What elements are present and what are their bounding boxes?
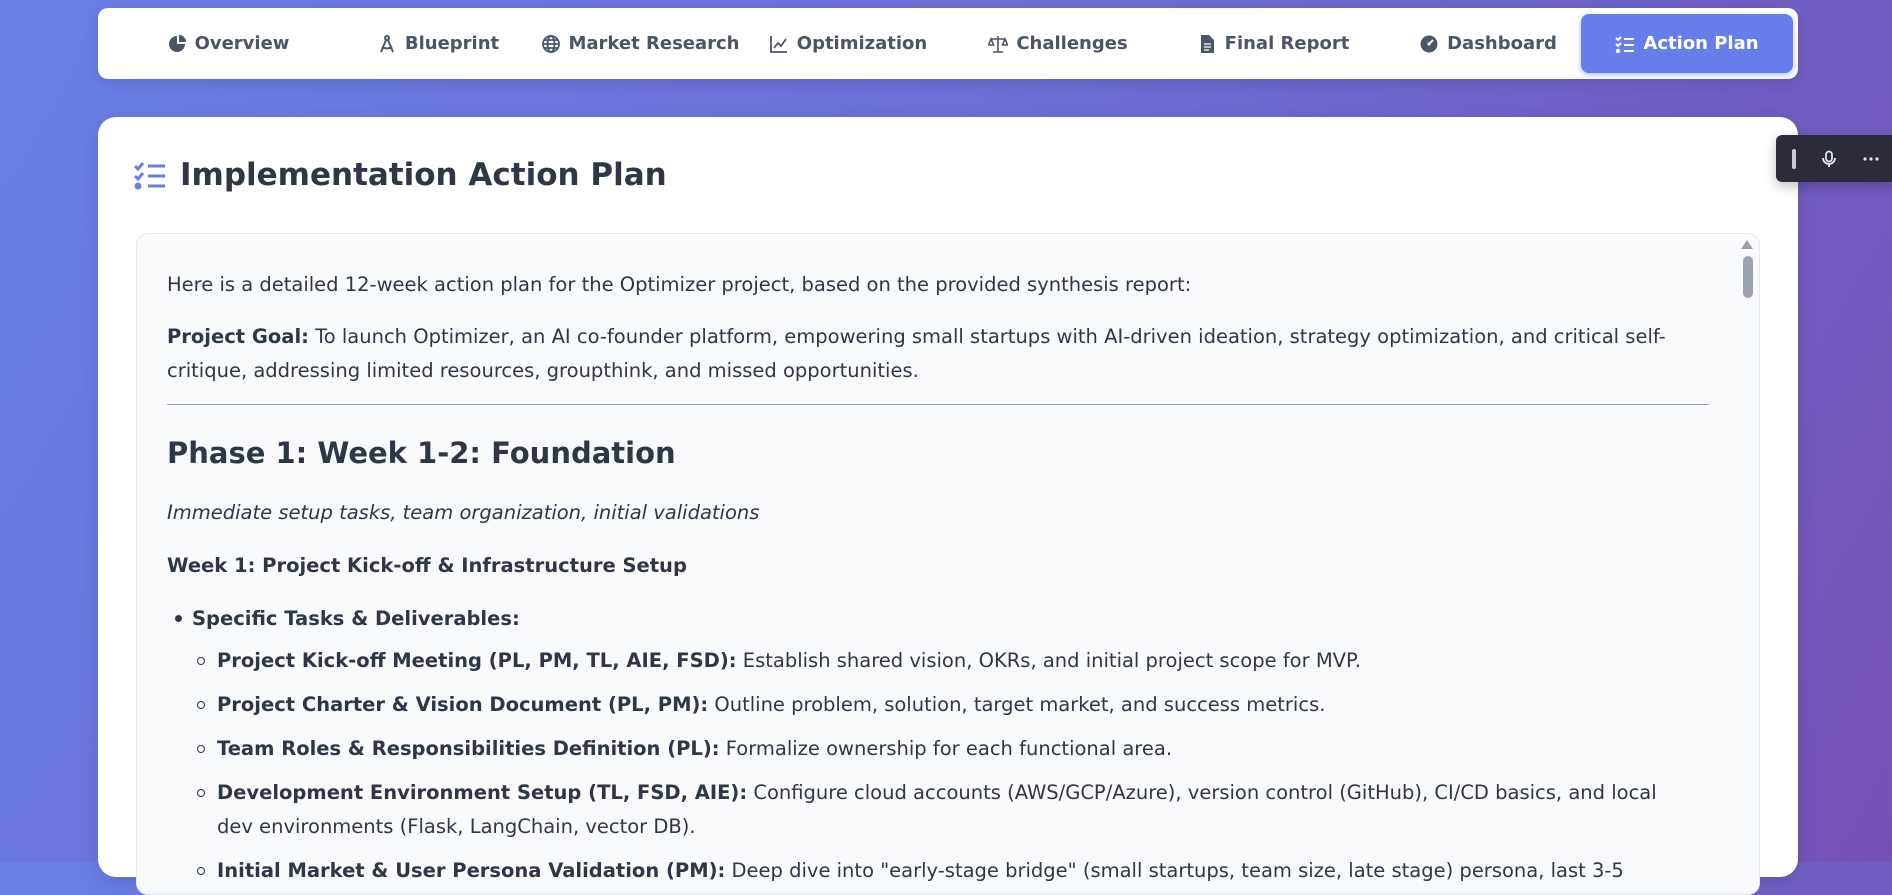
drafting-compass-icon [379, 34, 394, 52]
tab-blueprint[interactable]: Blueprint [348, 14, 528, 73]
report-content-panel[interactable]: Here is a detailed 12-week action plan f… [136, 233, 1760, 895]
task-item: Project Charter & Vision Document (PL, P… [197, 688, 1697, 722]
line-chart-icon [769, 35, 787, 53]
tab-optimization[interactable]: Optimization [758, 14, 938, 73]
intro-text: Here is a detailed 12-week action plan f… [167, 273, 1192, 296]
tab-label: Market Research [568, 33, 740, 54]
task-list-icon [134, 162, 165, 190]
tab-label: Overview [194, 33, 290, 54]
tab-market-research[interactable]: Market Research [530, 14, 750, 73]
drag-handle-icon[interactable] [1792, 148, 1796, 169]
project-goal-label: Project Goal: [167, 325, 309, 348]
gauge-icon [1420, 35, 1438, 52]
divider [167, 404, 1709, 405]
tab-challenges[interactable]: Challenges [968, 14, 1148, 73]
week-heading: Week 1: Project Kick-off & Infrastructur… [167, 554, 687, 577]
tab-label: Challenges [1016, 33, 1128, 54]
tab-label: Blueprint [404, 33, 500, 54]
pie-chart-icon [168, 34, 186, 52]
task-item: Development Environment Setup (TL, FSD, … [197, 776, 1697, 844]
tab-label: Final Report [1224, 33, 1350, 54]
phase-heading: Phase 1: Week 1-2: Foundation [167, 436, 676, 470]
balance-scale-icon [988, 35, 1009, 53]
page-title: Implementation Action Plan [134, 157, 667, 193]
bullet [175, 615, 182, 622]
more-icon[interactable] [1862, 150, 1880, 168]
tab-label: Action Plan [1643, 33, 1759, 54]
tab-action-plan[interactable]: Action Plan [1581, 14, 1793, 73]
page-title-text: Implementation Action Plan [180, 157, 667, 193]
globe-icon [541, 34, 560, 53]
tab-bar: Overview Blueprint Market Research Optim… [98, 8, 1798, 79]
scroll-up-arrow[interactable] [1741, 240, 1753, 249]
task-item: Team Roles & Responsibilities Definition… [197, 732, 1697, 766]
tab-label: Dashboard [1447, 33, 1557, 54]
phase-subtitle: Immediate setup tasks, team organization… [167, 501, 760, 524]
project-goal: Project Goal: To launch Optimizer, an AI… [167, 320, 1709, 388]
task-item: Project Kick-off Meeting (PL, PM, TL, AI… [197, 644, 1697, 678]
tab-final-report[interactable]: Final Report [1183, 14, 1363, 73]
tasks-heading: Specific Tasks & Deliverables: [167, 607, 520, 630]
tab-label: Optimization [796, 33, 928, 54]
file-icon [1200, 34, 1214, 53]
tab-overview[interactable]: Overview [138, 14, 318, 73]
floating-toolbar [1776, 135, 1892, 182]
project-goal-text: To launch Optimizer, an AI co-founder pl… [167, 325, 1666, 382]
task-list-icon [1615, 35, 1635, 53]
action-plan-card: Implementation Action Plan Here is a det… [98, 117, 1798, 895]
microphone-icon[interactable] [1820, 150, 1838, 168]
tab-dashboard[interactable]: Dashboard [1398, 14, 1578, 73]
scrollbar-thumb[interactable] [1743, 256, 1753, 298]
task-item: Initial Market & User Persona Validation… [197, 854, 1697, 894]
